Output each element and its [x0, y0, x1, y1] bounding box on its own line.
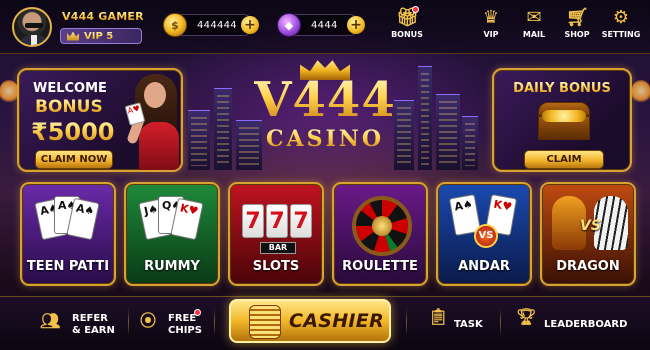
add-gems-button[interactable]: +: [347, 16, 365, 34]
vip-label: VIP: [483, 30, 499, 39]
vip-button[interactable]: ♛ VIP: [471, 7, 511, 40]
top-bar: V444 GAMER VIP 5 $ 444444 + ◆ 4444 + 🎁︎ …: [0, 0, 650, 54]
treasure-chest-icon: [538, 102, 590, 140]
users-icon: 👥︎: [40, 311, 61, 330]
setting-label: SETTING: [601, 30, 641, 39]
daily-bonus-panel[interactable]: DAILY BONUS CLAIM: [492, 68, 632, 172]
crown-icon: ♛: [482, 7, 500, 28]
divider: [500, 308, 501, 336]
welcome-subtitle: BONUS: [35, 97, 103, 117]
game-label: ANDAR BAHAR: [458, 259, 510, 284]
bar-symbol: BAR: [260, 242, 296, 254]
logo-subtitle: CASINO: [238, 126, 412, 152]
free-chips-label-2: CHIPS: [168, 325, 202, 336]
logo-brand: V444: [238, 74, 412, 126]
chip-icon: ⦿: [140, 311, 157, 330]
clipboard-icon: 📋︎: [428, 307, 449, 326]
divider: [214, 308, 215, 336]
game-tile-teen-patti[interactable]: A♠ A♠ A♠ TEEN PATTI: [20, 182, 116, 286]
free-chips-notification-dot: [194, 309, 201, 316]
game-label: SLOTS: [252, 259, 300, 274]
game-tile-dragon-tiger[interactable]: VS DRAGON TIGER: [540, 182, 636, 286]
game-grid: A♠ A♠ A♠ TEEN PATTI J♠ Q♠ K♥ RUMMY 7 7 7…: [16, 182, 636, 290]
gem-balance: ◆ 4444 +: [277, 13, 365, 37]
casino-logo: V444 V444 CASINO: [238, 58, 412, 158]
gem-icon: ◆: [277, 13, 301, 37]
game-tile-andar-bahar[interactable]: A♠ K♥ VS ANDAR BAHAR: [436, 182, 532, 286]
vip-level: VIP 5: [84, 30, 114, 42]
shop-button[interactable]: 🛒︎ SHOP: [557, 7, 597, 40]
welcome-bonus-panel[interactable]: WELCOME BONUS ₹5000 CLAIM NOW A♥: [17, 68, 183, 172]
game-tile-slots[interactable]: 7 7 7 BAR SLOTS: [228, 182, 324, 286]
playing-cards-icon: A♠ K♥ VS: [444, 190, 524, 256]
claim-now-button[interactable]: CLAIM NOW: [35, 150, 113, 169]
player-name: V444 GAMER: [62, 10, 144, 23]
dragon-tiger-icon: VS: [548, 190, 628, 256]
bonus-label: BONUS: [391, 30, 423, 39]
crown-icon: [67, 31, 79, 41]
game-label: ROULETTE: [342, 259, 418, 274]
coin-amount: 444444: [197, 19, 237, 31]
divider: [128, 308, 129, 336]
bonus-button[interactable]: 🎁︎ BONUS: [387, 6, 427, 39]
mail-button[interactable]: ✉ MAIL: [514, 7, 554, 40]
setting-button[interactable]: ⚙ SETTING: [601, 7, 641, 40]
cashier-label: CASHIER: [289, 310, 385, 332]
task-label: TASK: [454, 319, 483, 330]
coin-balance: $ 444444 +: [163, 13, 259, 37]
game-label: RUMMY: [144, 259, 200, 274]
vs-badge: VS: [474, 224, 498, 248]
mail-label: MAIL: [522, 30, 546, 39]
refer-label-2: & EARN: [72, 325, 115, 336]
gear-icon: ⚙: [612, 7, 630, 28]
welcome-amount: ₹5000: [31, 118, 115, 146]
playing-cards-icon: J♠ Q♠ K♥: [132, 190, 212, 256]
cart-icon: 🛒︎: [566, 7, 589, 28]
game-tile-rummy[interactable]: J♠ Q♠ K♥ RUMMY: [124, 182, 220, 286]
claim-button[interactable]: CLAIM: [524, 150, 604, 169]
vip-badge[interactable]: VIP 5: [60, 28, 142, 44]
vs-label: VS: [580, 218, 601, 234]
player-avatar[interactable]: [12, 7, 52, 47]
daily-bonus-title: DAILY BONUS: [494, 81, 630, 96]
bonus-notification-dot: [412, 6, 419, 13]
mail-icon: ✉: [526, 7, 542, 28]
refer-label-1: REFER: [72, 313, 108, 324]
free-chips-label-1: FREE: [168, 313, 197, 324]
game-tile-roulette[interactable]: ROULETTE: [332, 182, 428, 286]
roulette-wheel-icon: [340, 190, 420, 256]
game-label: DRAGON TIGER: [556, 259, 620, 284]
trophy-icon: 🏆︎: [516, 307, 537, 326]
welcome-title: WELCOME: [33, 81, 107, 96]
leaderboard-label: LEADERBOARD: [544, 319, 628, 330]
divider: [406, 308, 407, 336]
slot-machine-icon: 7 7 7 BAR: [236, 190, 316, 256]
add-coins-button[interactable]: +: [241, 16, 259, 34]
gem-amount: 4444: [311, 19, 338, 31]
cashier-button[interactable]: CASHIER: [229, 299, 391, 343]
coin-icon: $: [163, 13, 187, 37]
playing-cards-icon: A♠ A♠ A♠: [28, 190, 108, 256]
hostess-illustration: A♥: [124, 74, 181, 170]
coin-stack-icon: [249, 305, 281, 339]
game-label: TEEN PATTI: [26, 259, 110, 274]
shop-label: SHOP: [564, 30, 590, 39]
